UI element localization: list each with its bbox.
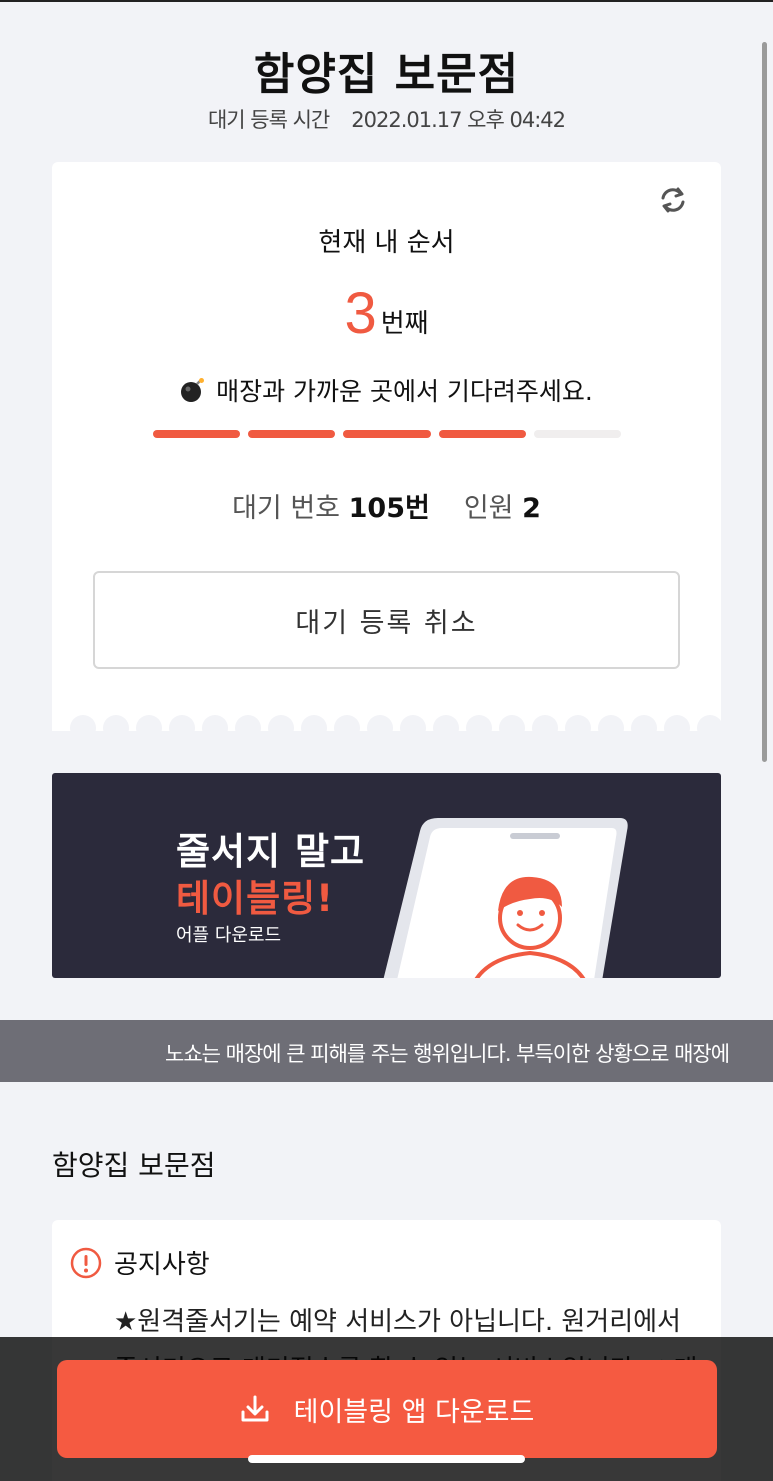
progress-segment-empty — [533, 430, 622, 438]
refresh-icon[interactable] — [657, 184, 689, 216]
order-number: 3 — [344, 281, 377, 346]
order-progress-bar — [153, 430, 622, 438]
notice-title: 공지사항 — [114, 1250, 210, 1280]
wait-number-label: 대기 번호 — [232, 493, 341, 524]
no-show-notice-text: 노쇼는 매장에 큰 피해를 주는 행위입니다. 부득이한 상황으로 매장에 — [165, 1042, 730, 1066]
page-title: 함양집 보문점 — [253, 49, 520, 100]
perforation-hole — [202, 715, 228, 731]
perforation-hole — [400, 715, 426, 731]
app-promo-banner[interactable]: 줄서지 말고 테이블링! 어플 다운로드 — [52, 773, 721, 978]
perforation-hole — [565, 715, 591, 731]
download-icon — [241, 1395, 269, 1422]
wait-info: 대기 번호 105번 인원 2 — [52, 486, 721, 525]
perforation-hole — [598, 715, 624, 731]
perforation-hole — [532, 715, 558, 731]
warning-icon — [70, 1247, 102, 1278]
reg-time-label: 대기 등록 시간 — [207, 108, 330, 132]
progress-segment-filled — [438, 430, 526, 438]
no-show-notice-strip: 노쇼는 매장에 큰 피해를 주는 행위입니다. 부득이한 상황으로 매장에 — [0, 1020, 773, 1082]
phone-illustration — [383, 818, 628, 978]
banner-line3: 어플 다운로드 — [176, 925, 282, 946]
perforation-hole — [466, 715, 492, 731]
banner-line1: 줄서지 말고 — [176, 830, 366, 873]
reg-time-value: 2022.01.17 오후 04:42 — [351, 108, 566, 132]
perforation-hole — [136, 715, 162, 731]
party-label: 인원 — [463, 493, 514, 524]
order-position: 3 번째 — [52, 280, 721, 347]
banner-line2: 테이블링! — [176, 877, 335, 920]
progress-segment-filled — [248, 430, 336, 438]
app-download-button[interactable]: 테이블링 앱 다운로드 — [57, 1360, 717, 1458]
perforation-hole — [268, 715, 294, 731]
registration-time: 대기 등록 시간 2022.01.17 오후 04:42 — [0, 104, 773, 134]
perforation-hole — [235, 715, 261, 731]
top-border — [0, 0, 773, 2]
perforation-hole — [301, 715, 327, 731]
home-indicator — [248, 1455, 525, 1463]
notice-header: 공지사항 — [70, 1244, 210, 1281]
perforation-hole — [334, 715, 360, 731]
perforation-hole — [664, 715, 690, 731]
bomb-icon — [181, 378, 205, 402]
perforation-hole — [103, 715, 129, 731]
progress-segment-filled — [153, 430, 241, 438]
my-order-label: 현재 내 순서 — [318, 228, 455, 258]
perforation-hole — [169, 715, 195, 731]
perforation-hole — [499, 715, 525, 731]
perforation-hole — [433, 715, 459, 731]
wait-message: 매장과 가까운 곳에서 기다려주세요. — [52, 372, 721, 408]
scrollbar[interactable] — [762, 42, 767, 762]
wait-number-value: 105번 — [348, 493, 430, 524]
cancel-registration-button[interactable]: 대기 등록 취소 — [93, 571, 680, 669]
app-download-label: 테이블링 앱 다운로드 — [293, 1396, 535, 1428]
perforation-hole — [631, 715, 657, 731]
store-section-heading: 함양집 보문점 — [52, 1149, 216, 1182]
perforation-hole — [70, 715, 96, 731]
progress-segment-filled — [343, 430, 431, 438]
ticket-perforation — [70, 715, 721, 731]
wait-message-text: 매장과 가까운 곳에서 기다려주세요. — [216, 377, 593, 406]
waiting-ticket-card: 현재 내 순서 3 번째 매장과 가까운 곳에서 기다려주세요. 대기 번호 10… — [52, 162, 721, 731]
party-value: 2 — [522, 493, 541, 524]
order-unit: 번째 — [380, 309, 429, 339]
perforation-hole — [697, 715, 721, 731]
perforation-hole — [367, 715, 393, 731]
